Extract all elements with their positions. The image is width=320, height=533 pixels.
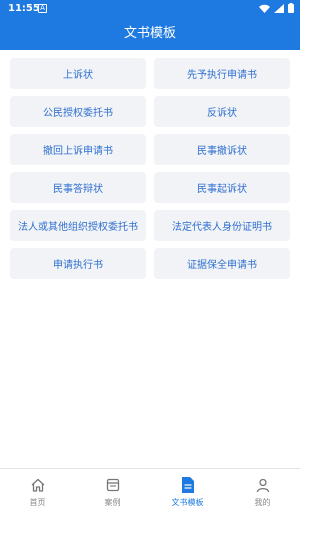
tab-document[interactable]: 文书模板 <box>150 469 225 533</box>
wifi-icon <box>259 4 270 13</box>
tab-label: 我的 <box>254 498 271 507</box>
document-template-card[interactable]: 上诉状 <box>10 58 146 89</box>
tab-case[interactable]: 案例 <box>75 469 150 533</box>
document-template-card[interactable]: 民事起诉状 <box>154 172 290 203</box>
status-icons <box>259 3 294 13</box>
signal-icon <box>274 3 284 13</box>
document-icon <box>179 475 197 495</box>
case-icon <box>104 475 122 495</box>
page-title: 文书模板 <box>0 18 300 50</box>
tab-label: 文书模板 <box>171 498 204 507</box>
document-template-card[interactable]: 法人或其他组织授权委托书 <box>10 210 146 241</box>
document-template-card[interactable]: 证据保全申请书 <box>154 248 290 279</box>
status-bar: 11:55 A <box>0 0 300 18</box>
document-template-grid: 上诉状 先予执行申请书 公民授权委托书 反诉状 撤回上诉申请书 民事撤诉状 民事答辩状 民事起… <box>10 58 290 279</box>
tab-profile[interactable]: 我的 <box>225 469 300 533</box>
tab-label: 案例 <box>104 498 121 507</box>
tab-label: 首页 <box>29 498 46 507</box>
document-template-card[interactable]: 民事答辩状 <box>10 172 146 203</box>
notification-icon: A <box>38 4 47 13</box>
document-template-card[interactable]: 申请执行书 <box>10 248 146 279</box>
document-template-card[interactable]: 先予执行申请书 <box>154 58 290 89</box>
document-template-card[interactable]: 反诉状 <box>154 96 290 127</box>
bottom-tab-bar: 首页 案例 文书模板 我的 <box>0 468 300 533</box>
profile-icon <box>254 475 272 495</box>
document-template-card[interactable]: 法定代表人身份证明书 <box>154 210 290 241</box>
document-template-card[interactable]: 撤回上诉申请书 <box>10 134 146 165</box>
home-icon <box>29 475 47 495</box>
document-template-card[interactable]: 公民授权委托书 <box>10 96 146 127</box>
status-time: 11:55 <box>8 3 40 14</box>
battery-icon <box>288 3 294 13</box>
tab-home[interactable]: 首页 <box>0 469 75 533</box>
document-template-card[interactable]: 民事撤诉状 <box>154 134 290 165</box>
